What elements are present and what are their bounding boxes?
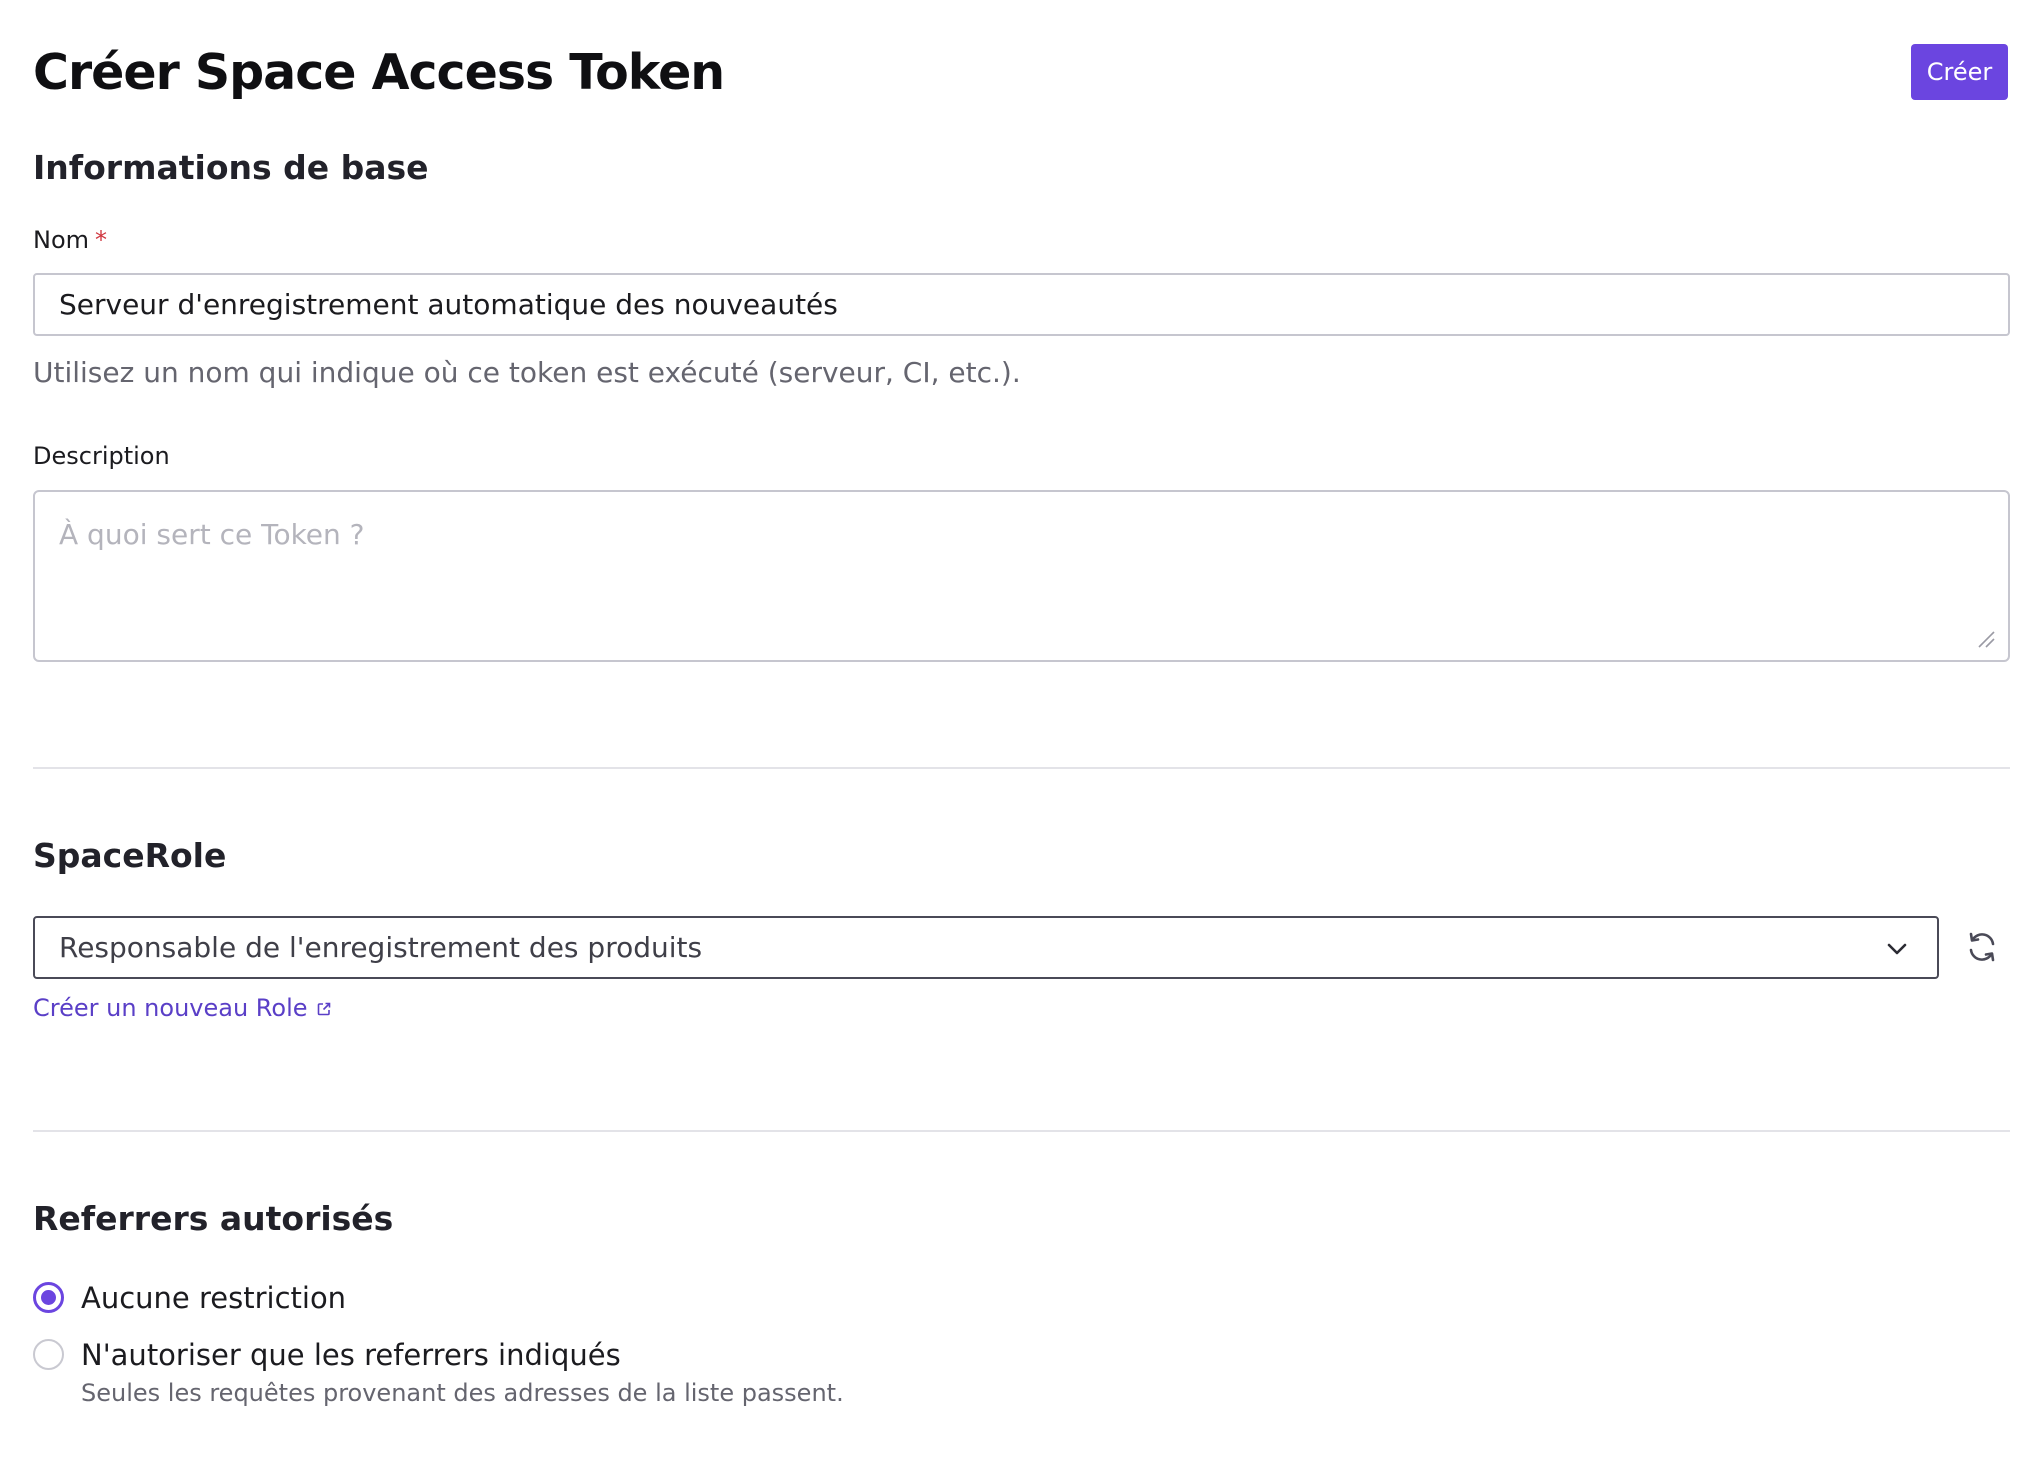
section-title-referrers: Referrers autorisés [33, 1199, 394, 1238]
section-divider [33, 767, 2010, 769]
refresh-icon[interactable] [1964, 929, 2000, 965]
radio-option-listed-referrers[interactable]: N'autoriser que les referrers indiqués [33, 1339, 733, 1375]
radio-button-checked[interactable] [33, 1282, 64, 1313]
radio-label: N'autoriser que les referrers indiqués [81, 1338, 621, 1372]
radio-button-unchecked[interactable] [33, 1339, 64, 1370]
radio-label: Aucune restriction [81, 1281, 347, 1315]
space-role-selected-value: Responsable de l'enregistrement des prod… [59, 931, 703, 964]
create-role-link-text: Créer un nouveau Role [33, 994, 308, 1022]
page-title: Créer Space Access Token [33, 44, 725, 101]
name-label: Nom * [33, 226, 107, 254]
section-divider [33, 1130, 2010, 1132]
resize-handle-icon[interactable] [1977, 630, 1995, 648]
create-button[interactable]: Créer [1911, 44, 2008, 100]
radio-dot [41, 1290, 56, 1305]
name-helper-text: Utilisez un nom qui indique où ce token … [33, 356, 1021, 389]
required-mark: * [95, 226, 108, 254]
radio-option-no-restriction[interactable]: Aucune restriction [33, 1282, 433, 1318]
page-header: Créer Space Access Token Créer [33, 42, 2008, 104]
section-title-basic-info: Informations de base [33, 148, 429, 187]
name-input[interactable] [33, 273, 2010, 336]
external-link-icon [317, 1002, 330, 1016]
description-textarea[interactable] [33, 490, 2010, 662]
description-label: Description [33, 442, 170, 470]
section-title-space-role: SpaceRole [33, 836, 227, 875]
name-label-text: Nom [33, 226, 90, 254]
create-role-link[interactable]: Créer un nouveau Role [33, 994, 332, 1022]
radio-sublabel: Seules les requêtes provenant des adress… [81, 1379, 844, 1407]
space-role-select[interactable]: Responsable de l'enregistrement des prod… [33, 916, 1939, 979]
create-token-page: Créer Space Access Token Créer Informati… [0, 0, 2032, 1474]
chevron-down-icon [1887, 943, 1907, 955]
